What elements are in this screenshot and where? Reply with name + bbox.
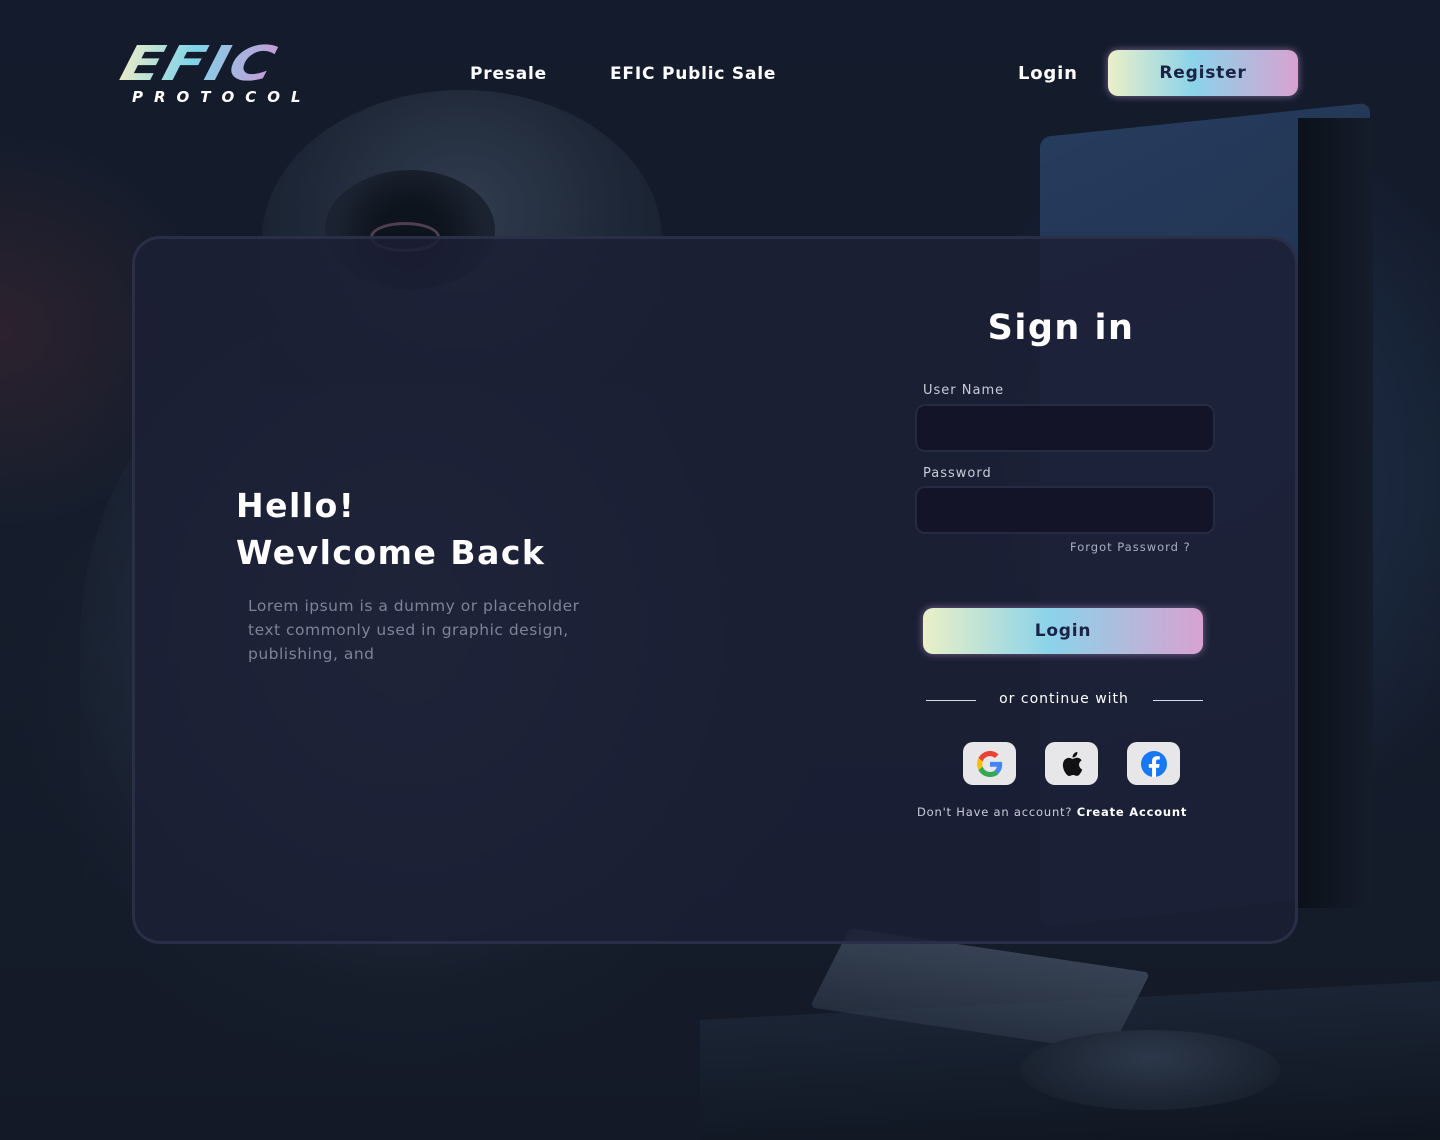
username-input[interactable]	[915, 404, 1215, 452]
no-account-text: Don't Have an account?	[917, 805, 1073, 819]
password-label: Password	[923, 466, 992, 481]
divider-text: or continue with	[999, 691, 1129, 707]
apple-icon	[1062, 751, 1082, 776]
google-icon	[976, 750, 1002, 777]
create-account-link[interactable]: Create Account	[1077, 805, 1187, 819]
nav-presale-link[interactable]: Presale	[470, 64, 547, 84]
facebook-login-button[interactable]	[1127, 742, 1180, 785]
welcome-heading: Hello! Wevlcome Back	[236, 482, 545, 576]
password-input[interactable]	[915, 486, 1215, 534]
continue-with-divider: or continue with	[926, 690, 1203, 710]
username-label: User Name	[923, 383, 1005, 398]
register-button[interactable]: Register	[1108, 50, 1298, 96]
nav-public-sale-link[interactable]: EFIC Public Sale	[610, 64, 776, 84]
welcome-description: Lorem ipsum is a dummy or placeholder te…	[248, 597, 580, 663]
nav-login-link[interactable]: Login	[1018, 63, 1078, 84]
login-button[interactable]: Login	[923, 608, 1203, 654]
signup-prompt: Don't Have an account? Create Account	[917, 805, 1227, 819]
welcome-line-1: Hello!	[236, 486, 356, 525]
divider-line-left	[926, 700, 976, 701]
logo-wordmark: EFIC	[114, 36, 283, 92]
facebook-icon	[1140, 750, 1167, 777]
efic-logo[interactable]: EFIC PROTOCOL	[115, 36, 328, 106]
apple-login-button[interactable]	[1045, 742, 1098, 785]
welcome-line-2: Wevlcome Back	[236, 533, 546, 572]
divider-line-right	[1153, 700, 1203, 701]
sign-in-title: Sign in	[987, 308, 1135, 348]
google-login-button[interactable]	[963, 742, 1016, 785]
forgot-password-link[interactable]: Forgot Password ?	[1070, 540, 1191, 554]
site-header: EFIC PROTOCOL Presale EFIC Public Sale L…	[0, 0, 1440, 140]
logo-subtitle: PROTOCOL	[132, 88, 312, 106]
